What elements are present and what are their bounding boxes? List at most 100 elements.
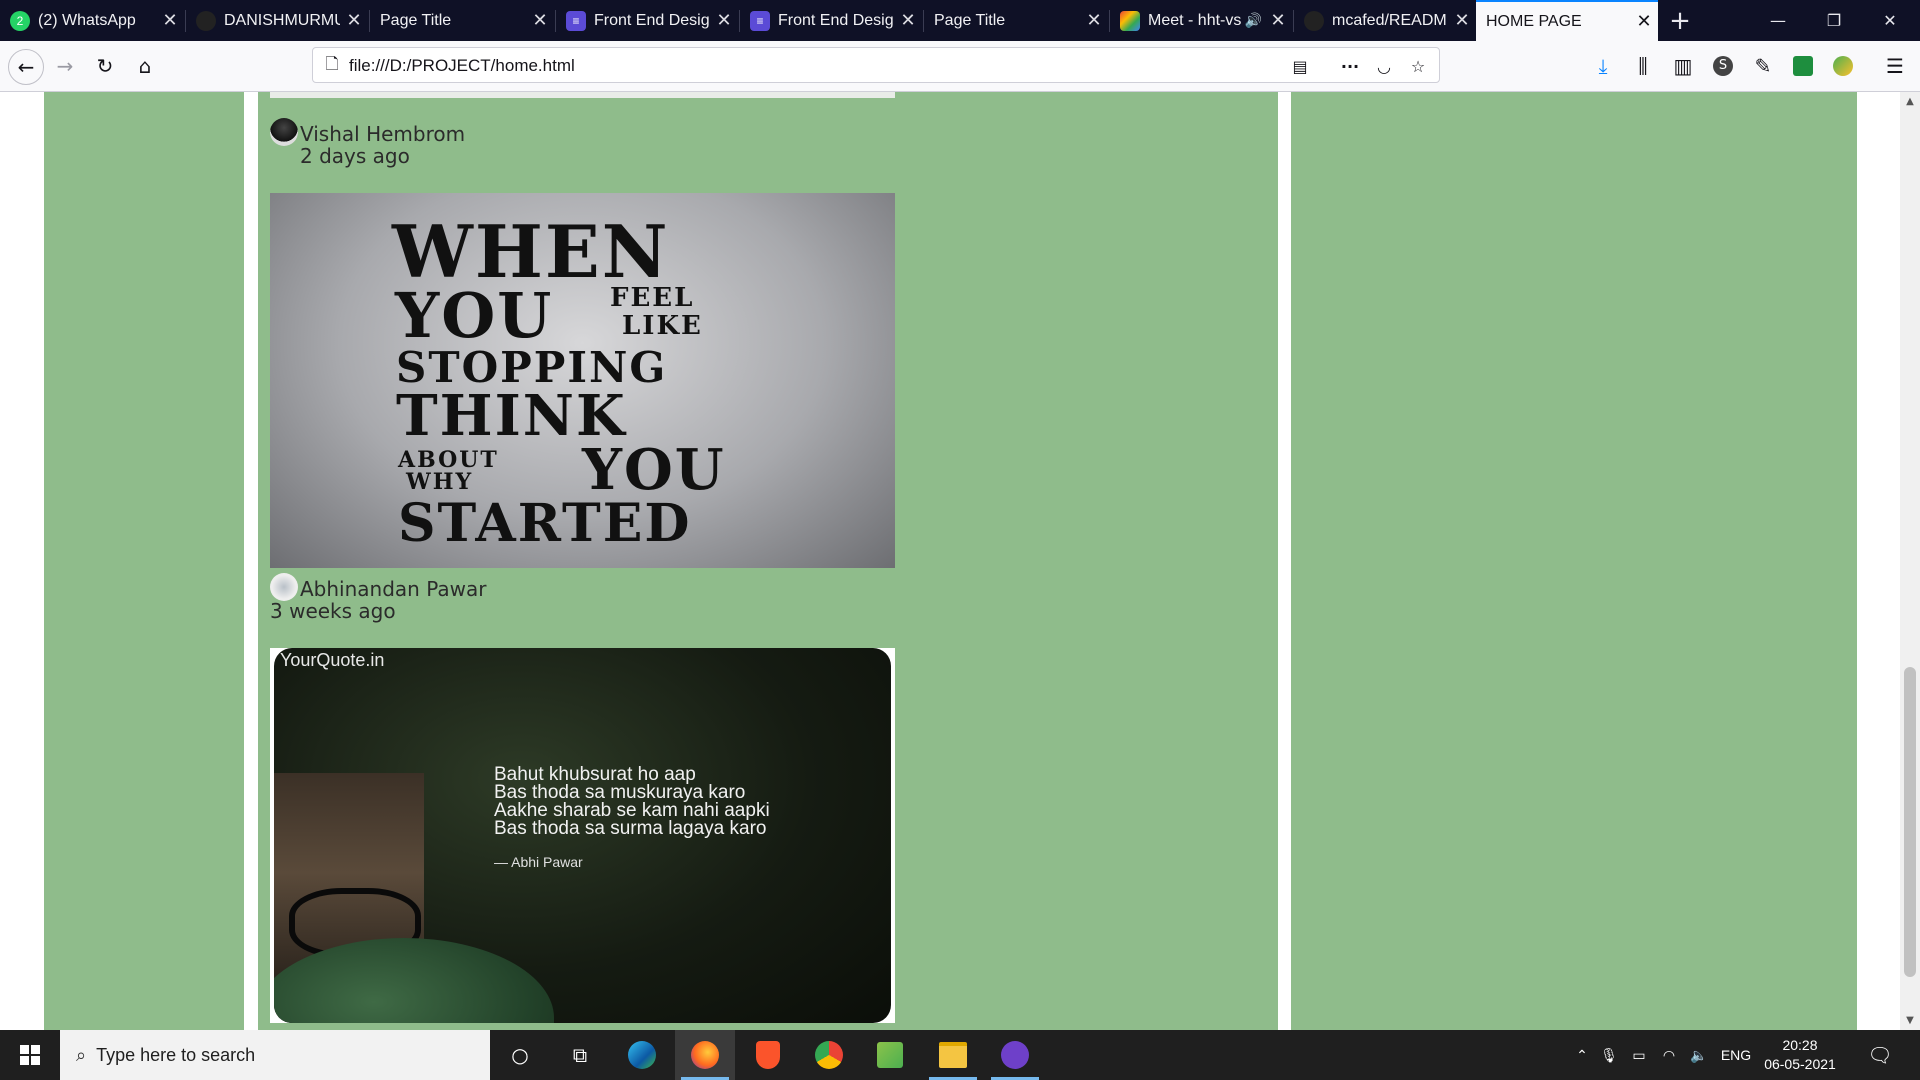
pocket-icon[interactable]: ◡: [1371, 53, 1397, 79]
tab-whatsapp[interactable]: 2 (2) WhatsApp ✕: [0, 0, 184, 41]
quote-text: YOU: [395, 279, 554, 352]
author-name[interactable]: Vishal Hembrom: [300, 122, 465, 146]
tab-page-title-2[interactable]: Page Title ✕: [924, 0, 1108, 41]
microphone-icon[interactable]: 🎙: [1594, 1047, 1624, 1064]
taskbar-search-box[interactable]: ⌕ Type here to search: [60, 1030, 490, 1080]
extension-s-icon[interactable]: S: [1706, 49, 1740, 83]
extension-globe-icon[interactable]: [1826, 49, 1860, 83]
volume-icon[interactable]: 🔈: [1684, 1047, 1714, 1064]
task-view-icon[interactable]: ⧉: [550, 1030, 610, 1080]
quote-card: YourQuote.in Bahut khubsurat ho aap Bas …: [274, 648, 891, 1023]
tab-title: DANISHMURMU: [224, 11, 340, 29]
vertical-scrollbar[interactable]: ▲ ▼: [1900, 92, 1920, 1030]
close-tab-icon[interactable]: ✕: [1080, 10, 1108, 31]
reload-icon[interactable]: ↻: [88, 49, 122, 83]
battery-icon[interactable]: ▭: [1624, 1047, 1654, 1064]
back-arrow-icon[interactable]: ←: [8, 49, 44, 85]
post-time: 3 weeks ago: [270, 599, 396, 623]
author-name[interactable]: Abhinandan Pawar: [300, 577, 486, 601]
reader-view-icon[interactable]: ▤: [1287, 53, 1313, 79]
close-tab-icon[interactable]: ✕: [340, 10, 368, 31]
page-viewport: Vishal Hembrom 2 days ago WHEN YOU FEEL …: [0, 92, 1900, 1030]
page-info-icon[interactable]: 🗋: [319, 53, 345, 79]
extension-green-icon[interactable]: [1786, 49, 1820, 83]
poem-author: — Abhi Pawar: [494, 854, 583, 870]
tab-front-end-design[interactable]: ≡ Front End Design ✕: [556, 0, 738, 41]
bookmark-star-icon[interactable]: ☆: [1405, 53, 1431, 79]
right-column: [1291, 92, 1857, 1030]
menu-hamburger-icon[interactable]: ☰: [1878, 49, 1912, 83]
post-image[interactable]: YourQuote.in Bahut khubsurat ho aap Bas …: [270, 648, 895, 1023]
close-tab-icon[interactable]: ✕: [526, 10, 554, 31]
scrollbar-thumb[interactable]: [1904, 667, 1916, 977]
chrome-icon[interactable]: [799, 1030, 859, 1080]
scroll-up-arrow-icon[interactable]: ▲: [1900, 96, 1920, 107]
navigation-toolbar: ← → ↻ ⌂ 🗋 file:///D:/PROJECT/home.html ▤…: [0, 41, 1920, 92]
whatsapp-icon: 2: [10, 10, 30, 31]
quote-text: WHY: [406, 469, 474, 495]
show-hidden-icons-icon[interactable]: ⌃: [1570, 1047, 1594, 1064]
forward-arrow-icon[interactable]: →: [48, 49, 82, 83]
restore-button[interactable]: ❐: [1806, 0, 1862, 41]
paint-app-icon[interactable]: [860, 1030, 920, 1080]
post-author[interactable]: Vishal Hembrom: [270, 118, 465, 146]
close-tab-icon[interactable]: ✕: [1448, 10, 1476, 31]
address-bar[interactable]: 🗋 file:///D:/PROJECT/home.html ▤ ··· ◡ ☆: [312, 47, 1440, 83]
tab-danishmurmu[interactable]: DANISHMURMU ✕: [186, 0, 368, 41]
wifi-icon[interactable]: ◠: [1654, 1047, 1684, 1064]
meet-icon: [1120, 10, 1140, 31]
new-tab-button[interactable]: +: [1652, 0, 1708, 41]
sidebar-icon[interactable]: ▥: [1666, 49, 1700, 83]
tab-meet[interactable]: Meet - hht-vs 🔊 ✕: [1110, 0, 1292, 41]
minimize-button[interactable]: —: [1750, 0, 1806, 41]
poem-line: Bas thoda sa surma lagaya karo: [494, 818, 767, 839]
edge-icon[interactable]: [612, 1030, 672, 1080]
post-author[interactable]: Abhinandan Pawar: [270, 573, 486, 601]
quote-text: LIKE: [622, 311, 703, 341]
url-text[interactable]: file:///D:/PROJECT/home.html: [349, 56, 575, 76]
poem: Bahut khubsurat ho aap Bas thoda sa musk…: [494, 765, 770, 839]
close-tab-icon[interactable]: ✕: [710, 10, 738, 31]
tab-front-end-design-2[interactable]: ≡ Front End Design ✕: [740, 0, 922, 41]
firefox-icon[interactable]: [675, 1030, 735, 1080]
search-placeholder: Type here to search: [96, 1044, 256, 1065]
extension-icon[interactable]: ✎: [1746, 49, 1780, 83]
post-image[interactable]: WHEN YOU FEEL LIKE STOPPING THINK ABOUT …: [270, 193, 895, 568]
document-icon: ≡: [750, 10, 770, 31]
notification-center-icon[interactable]: 🗨: [1850, 1030, 1910, 1080]
close-tab-icon[interactable]: ✕: [894, 10, 922, 31]
brave-icon[interactable]: [738, 1030, 798, 1080]
document-icon: ≡: [566, 10, 586, 31]
avatar[interactable]: [270, 573, 298, 601]
close-tab-icon[interactable]: ✕: [156, 10, 184, 31]
scroll-down-arrow-icon[interactable]: ▼: [1900, 1015, 1920, 1026]
page-actions-icon[interactable]: ···: [1337, 53, 1363, 79]
file-explorer-icon[interactable]: [923, 1030, 983, 1080]
library-icon[interactable]: ⫼: [1626, 49, 1660, 83]
tab-home-page[interactable]: HOME PAGE ✕: [1476, 0, 1658, 41]
close-tab-icon[interactable]: ✕: [1264, 10, 1292, 31]
tab-title: (2) WhatsApp: [38, 11, 136, 29]
tab-mcafed-readme[interactable]: mcafed/READM ✕: [1294, 0, 1476, 41]
tab-title: HOME PAGE: [1486, 12, 1582, 30]
clock[interactable]: 20:28 06-05-2021: [1755, 1036, 1845, 1074]
tab-title: Page Title: [380, 11, 452, 29]
tab-title: Page Title: [934, 11, 1006, 29]
clock-date: 06-05-2021: [1764, 1056, 1836, 1072]
tab-page-title[interactable]: Page Title ✕: [370, 0, 554, 41]
brand-watermark: YourQuote.in: [280, 650, 385, 670]
close-window-button[interactable]: ✕: [1862, 0, 1918, 41]
system-tray: ⌃ 🎙 ▭ ◠ 🔈 ENG: [1570, 1030, 1758, 1080]
windows-start-icon[interactable]: [0, 1030, 60, 1080]
language-indicator[interactable]: ENG: [1714, 1047, 1758, 1063]
tab-title: mcafed/READM: [1332, 11, 1447, 29]
speaker-icon[interactable]: 🔊: [1245, 12, 1262, 29]
cortana-icon[interactable]: ○: [490, 1030, 550, 1080]
home-icon[interactable]: ⌂: [128, 49, 162, 83]
tab-title: Front End Design: [594, 11, 710, 29]
github-desktop-icon[interactable]: [985, 1030, 1045, 1080]
avatar[interactable]: [270, 118, 298, 146]
post-time: 2 days ago: [300, 144, 410, 168]
downloads-icon[interactable]: ⤓: [1586, 49, 1620, 83]
github-icon: [1304, 10, 1324, 31]
